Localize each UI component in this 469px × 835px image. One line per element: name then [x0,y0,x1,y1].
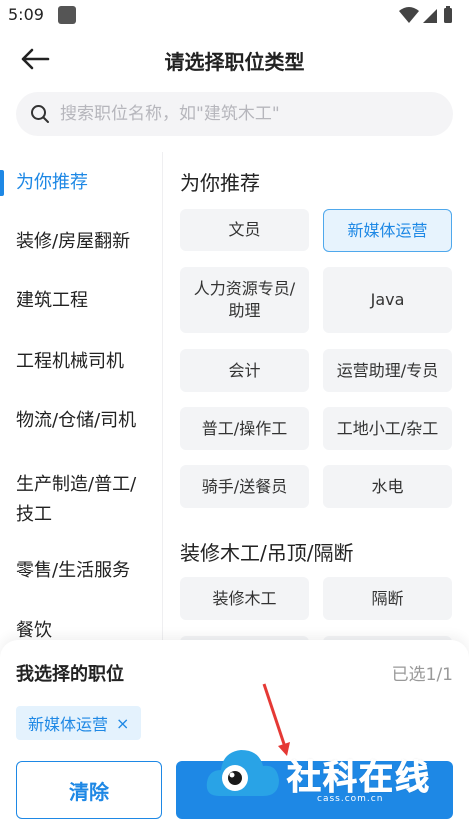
job-chip[interactable]: 工地小工/杂工 [323,407,452,450]
watermark-text: 社科在线 [287,758,431,799]
close-icon[interactable]: × [116,714,129,733]
job-list: 为你推荐 文员 新媒体运营 人力资源专员/助理 Java 会计 运营助理/专员 … [164,152,469,652]
page-title: 请选择职位类型 [164,50,305,74]
sidebar-item-label: 生产制造/普工/技工 [16,474,137,525]
job-chip[interactable]: 会计 [180,349,309,392]
watermark-logo: 社科在线 cass.com.cn [205,740,455,810]
signal-icon [423,9,437,23]
cloud-logo-icon [206,750,279,796]
active-indicator [0,170,4,196]
sidebar-item-manufacturing[interactable]: 生产制造/普工/技工 [0,470,150,530]
job-chip[interactable]: 普工/操作工 [180,407,309,450]
sidebar-item-construction[interactable]: 建筑工程 [0,286,163,316]
search-icon [31,105,49,123]
section-title: 为你推荐 [180,171,260,195]
job-chip[interactable]: 文员 [180,209,309,251]
battery-icon [444,6,452,23]
status-time: 5:09 [8,5,44,24]
panel-title: 我选择的职位 [16,664,124,685]
job-chip[interactable]: 水电 [323,465,452,508]
app-notification-icon [58,6,76,24]
sidebar-item-machinery-driver[interactable]: 工程机械司机 [0,347,163,377]
status-bar: 5:09 [0,0,469,32]
sidebar-item-label: 建筑工程 [16,290,88,311]
job-chip-selected[interactable]: 新媒体运营 [323,209,452,252]
job-chip[interactable]: 装修木工 [180,577,309,620]
header: 请选择职位类型 [0,36,469,82]
sidebar-item-label: 为你推荐 [16,172,88,193]
sidebar-item-label: 物流/仓储/司机 [16,410,137,431]
status-icons [399,6,452,23]
search-input[interactable] [60,92,440,136]
sidebar-item-label: 工程机械司机 [16,351,124,372]
sidebar-item-logistics[interactable]: 物流/仓储/司机 [0,406,163,436]
clear-button[interactable]: 清除 [16,761,162,819]
sidebar-item-retail[interactable]: 零售/生活服务 [0,556,163,586]
sidebar-item-renovation[interactable]: 装修/房屋翻新 [0,227,163,257]
search-bar[interactable] [16,92,453,136]
watermark-url: cass.com.cn [317,794,384,804]
wifi-icon [399,7,419,23]
job-chip[interactable]: 隔断 [323,577,452,620]
selected-job-tag: 新媒体运营 × [16,706,142,740]
sidebar-item-label: 餐饮 [16,620,52,641]
sidebar-item-recommended[interactable]: 为你推荐 [0,168,163,198]
job-chip[interactable]: 人力资源专员/助理 [180,267,309,333]
selected-job-label: 新媒体运营 [28,715,109,734]
job-chip[interactable]: 骑手/送餐员 [180,465,309,508]
sidebar-item-label: 装修/房屋翻新 [16,231,131,252]
category-sidebar: 为你推荐 装修/房屋翻新 建筑工程 工程机械司机 物流/仓储/司机 生产制造/普… [0,152,163,652]
job-chip[interactable]: Java [323,267,452,333]
selected-count: 已选1/1 [391,665,453,685]
job-type-picker-screen: 5:09 请选择职位类型 搜索职位名称，如"建筑木工" 为你推荐 装修/房屋翻新… [0,0,469,835]
sidebar-item-label: 零售/生活服务 [16,560,131,581]
job-chip[interactable]: 运营助理/专员 [323,349,452,392]
section-title: 装修木工/吊顶/隔断 [180,541,354,565]
